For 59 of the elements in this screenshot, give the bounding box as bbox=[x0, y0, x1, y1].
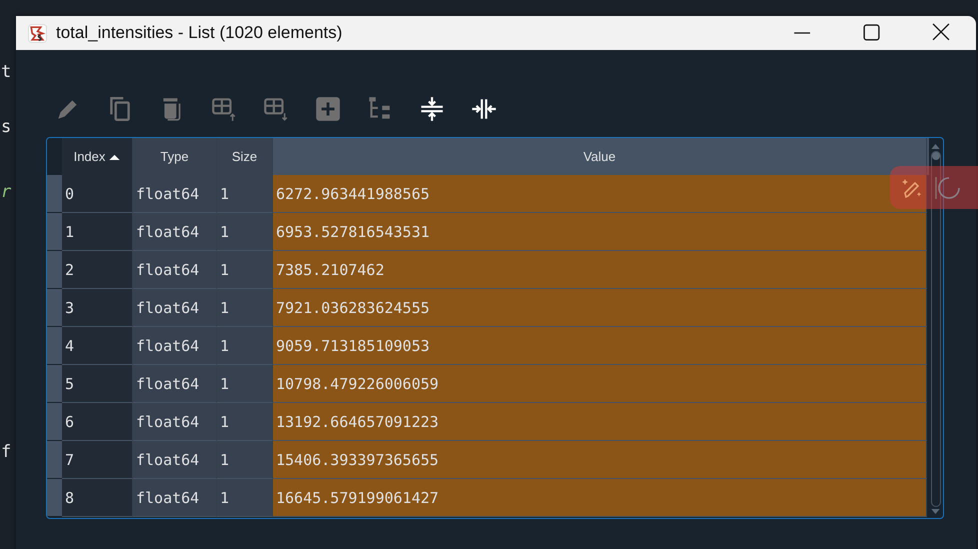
value-cell[interactable]: 16645.579199061427 bbox=[273, 479, 927, 517]
size-cell: 1 bbox=[217, 175, 273, 213]
index-cell: 0 bbox=[62, 175, 133, 213]
type-cell: float64 bbox=[133, 365, 217, 403]
size-cell: 1 bbox=[217, 403, 273, 441]
code-text: f bbox=[1, 442, 12, 462]
size-cell: 1 bbox=[217, 251, 273, 289]
row-header[interactable] bbox=[47, 251, 62, 289]
row-header[interactable] bbox=[47, 175, 62, 213]
size-cell: 1 bbox=[217, 289, 273, 327]
app-logo-icon bbox=[28, 24, 47, 42]
column-header[interactable]: Type bbox=[133, 138, 217, 175]
code-text: t bbox=[1, 62, 12, 82]
row-header[interactable] bbox=[47, 403, 62, 441]
value-cell[interactable]: 6953.527816543531 bbox=[273, 213, 927, 251]
size-cell: 1 bbox=[217, 327, 273, 365]
scroll-up-icon[interactable] bbox=[931, 144, 940, 149]
row-header[interactable] bbox=[47, 213, 62, 251]
code-text: r bbox=[1, 182, 12, 202]
column-header[interactable]: Index bbox=[62, 138, 133, 175]
type-cell: float64 bbox=[133, 251, 217, 289]
index-cell: 6 bbox=[62, 403, 133, 441]
size-cell: 1 bbox=[217, 441, 273, 479]
index-cell: 7 bbox=[62, 441, 133, 479]
size-cell: 1 bbox=[217, 365, 273, 403]
row-header[interactable] bbox=[47, 365, 62, 403]
value-cell[interactable]: 7385.2107462 bbox=[273, 251, 927, 289]
index-cell: 8 bbox=[62, 479, 133, 517]
value-cell[interactable]: 7921.036283624555 bbox=[273, 289, 927, 327]
size-cell: 1 bbox=[217, 479, 273, 517]
floating-widget[interactable] bbox=[890, 166, 978, 209]
type-cell: float64 bbox=[133, 441, 217, 479]
value-cell[interactable]: 6272.963441988565 bbox=[273, 175, 927, 213]
type-cell: float64 bbox=[133, 175, 217, 213]
index-cell: 2 bbox=[62, 251, 133, 289]
type-cell: float64 bbox=[133, 403, 217, 441]
column-header[interactable]: Value bbox=[273, 138, 927, 175]
type-cell: float64 bbox=[133, 479, 217, 517]
index-cell: 5 bbox=[62, 365, 133, 403]
index-cell: 3 bbox=[62, 289, 133, 327]
value-cell[interactable]: 13192.664657091223 bbox=[273, 403, 927, 441]
type-cell: float64 bbox=[133, 289, 217, 327]
column-header[interactable]: Size bbox=[217, 138, 273, 175]
value-cell[interactable]: 10798.479226006059 bbox=[273, 365, 927, 403]
scroll-down-icon[interactable] bbox=[931, 509, 940, 514]
type-cell: float64 bbox=[133, 213, 217, 251]
scroll-thumb[interactable] bbox=[932, 152, 940, 160]
value-cell[interactable]: 9059.713185109053 bbox=[273, 327, 927, 365]
window-title: total_intensities - List (1020 elements) bbox=[56, 23, 344, 43]
code-text: s bbox=[1, 117, 12, 137]
row-header[interactable] bbox=[47, 289, 62, 327]
row-header[interactable] bbox=[47, 327, 62, 365]
value-cell[interactable]: 15406.393397365655 bbox=[273, 441, 927, 479]
row-header[interactable] bbox=[47, 441, 62, 479]
index-cell: 1 bbox=[62, 213, 133, 251]
size-cell: 1 bbox=[217, 213, 273, 251]
index-cell: 4 bbox=[62, 327, 133, 365]
row-header[interactable] bbox=[47, 479, 62, 517]
type-cell: float64 bbox=[133, 327, 217, 365]
